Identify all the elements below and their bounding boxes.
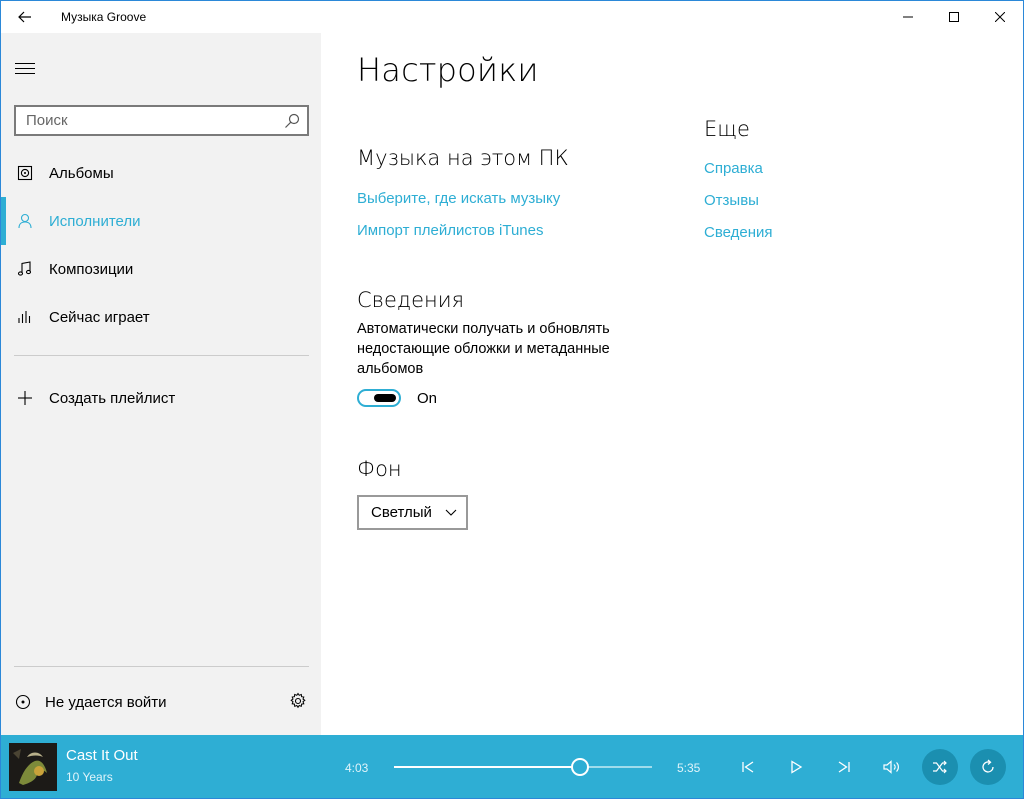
minimize-icon <box>903 16 913 18</box>
maximize-icon <box>949 12 959 22</box>
previous-button[interactable] <box>732 751 764 783</box>
album-icon <box>1 149 49 197</box>
next-button[interactable] <box>828 751 860 783</box>
toggle-state-label: On <box>417 390 438 407</box>
shuffle-button[interactable] <box>922 749 958 785</box>
play-icon <box>791 760 803 774</box>
sidebar-item-albums[interactable]: Альбомы <box>1 149 321 197</box>
elapsed-time: 4:03 <box>345 761 369 775</box>
window-controls <box>885 1 1023 33</box>
import-itunes-link[interactable]: Импорт плейлистов iTunes <box>357 222 543 239</box>
choose-music-folders-link[interactable]: Выберите, где искать музыку <box>357 190 560 207</box>
window-title: Музыка Groove <box>61 10 147 24</box>
repeat-icon <box>982 759 994 773</box>
gear-icon[interactable] <box>289 692 307 715</box>
volume-button[interactable] <box>876 751 908 783</box>
background-heading: Фон <box>357 457 402 481</box>
previous-icon <box>742 761 754 773</box>
background-select-value: Светлый <box>371 504 432 521</box>
back-arrow-icon <box>18 11 31 23</box>
page-title: Настройки <box>357 51 539 89</box>
play-button[interactable] <box>780 751 812 783</box>
back-button[interactable] <box>1 1 49 33</box>
info-heading: Сведения <box>357 288 465 312</box>
sidebar-item-label: Сейчас играет <box>49 308 150 326</box>
close-button[interactable] <box>977 1 1023 33</box>
repeat-button[interactable] <box>970 749 1006 785</box>
search-icon[interactable] <box>277 113 307 129</box>
music-note-icon <box>1 245 49 293</box>
more-heading: Еще <box>704 117 750 141</box>
next-icon <box>838 761 850 773</box>
equalizer-icon <box>1 293 49 341</box>
toggle-knob <box>374 394 396 402</box>
maximize-button[interactable] <box>931 1 977 33</box>
sidebar-divider <box>14 666 309 667</box>
create-playlist-button[interactable]: Создать плейлист <box>1 374 321 422</box>
feedback-link[interactable]: Отзывы <box>704 192 759 209</box>
shuffle-icon <box>933 760 947 774</box>
sidebar-item-now-playing[interactable]: Сейчас играет <box>1 293 321 341</box>
seek-thumb[interactable] <box>571 758 590 776</box>
background-select[interactable]: Светлый <box>357 495 468 530</box>
sidebar: Альбомы Исполнители Композиции Сейчас иг… <box>1 33 321 735</box>
close-icon <box>995 12 1005 22</box>
metadata-toggle[interactable] <box>357 389 401 407</box>
about-link[interactable]: Сведения <box>704 224 773 241</box>
minimize-button[interactable] <box>885 1 931 33</box>
search-input[interactable] <box>16 107 277 134</box>
signin-button[interactable]: Не удается войти <box>1 678 321 726</box>
artist-name[interactable]: 10 Years <box>66 770 113 784</box>
seek-bar-fill <box>394 766 581 768</box>
plus-icon <box>1 374 49 422</box>
volume-icon <box>883 760 899 774</box>
signin-label: Не удается войти <box>45 693 167 711</box>
seek-bar[interactable] <box>394 758 652 776</box>
create-playlist-label: Создать плейлист <box>49 389 176 407</box>
music-on-pc-heading: Музыка на этом ПК <box>357 146 569 170</box>
search-box <box>14 105 309 136</box>
app-window: Музыка Groove Альб <box>0 0 1024 799</box>
hamburger-menu-icon[interactable] <box>15 63 35 77</box>
sidebar-item-label: Исполнители <box>49 212 141 230</box>
song-title[interactable]: Cast It Out <box>66 747 138 764</box>
sidebar-divider <box>14 355 309 356</box>
sidebar-item-artists[interactable]: Исполнители <box>1 197 321 245</box>
active-indicator <box>1 197 6 245</box>
sidebar-item-label: Композиции <box>49 260 134 278</box>
help-link[interactable]: Справка <box>704 160 763 177</box>
title-bar: Музыка Groove <box>1 1 1023 33</box>
total-time: 5:35 <box>677 761 701 775</box>
sidebar-item-songs[interactable]: Композиции <box>1 245 321 293</box>
album-art[interactable] <box>9 743 57 791</box>
info-description: Автоматически получать и обновлять недос… <box>357 321 610 377</box>
player-bar: Cast It Out 10 Years 4:03 5:35 <box>1 735 1023 798</box>
person-icon <box>1 197 49 245</box>
sidebar-item-label: Альбомы <box>49 164 114 182</box>
info-circle-icon <box>1 694 45 710</box>
chevron-down-icon <box>436 509 466 517</box>
settings-page: Настройки Музыка на этом ПК Выберите, гд… <box>321 33 1023 735</box>
